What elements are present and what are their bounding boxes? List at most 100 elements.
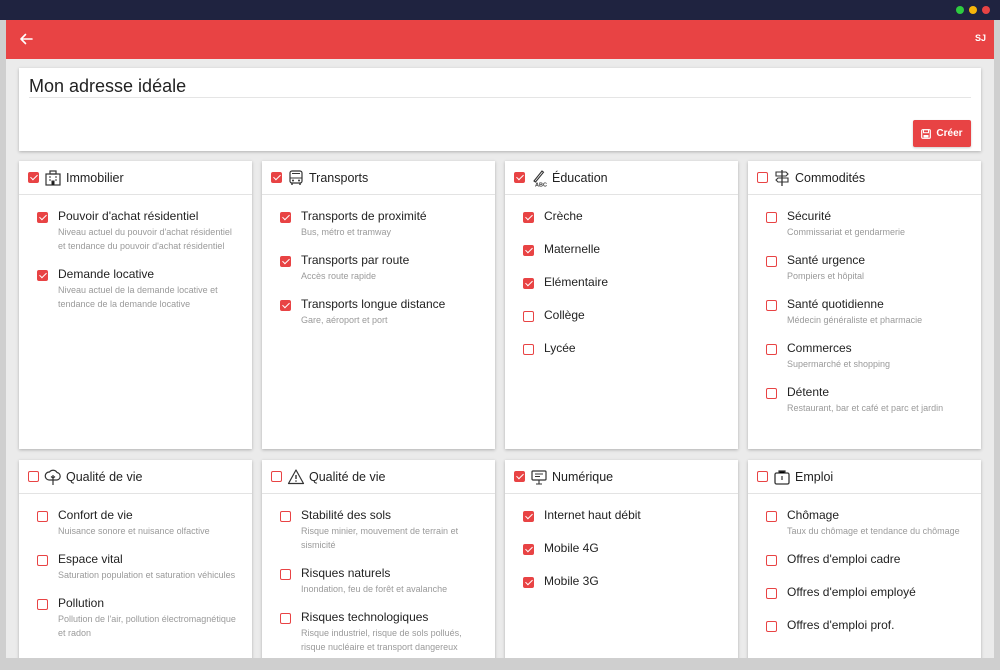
monitor-icon — [531, 469, 547, 485]
category-checkbox[interactable] — [28, 471, 39, 482]
category-label: Immobilier — [66, 170, 124, 185]
criterion-checkbox[interactable] — [766, 344, 777, 355]
criterion-checkbox[interactable] — [523, 245, 534, 256]
criterion-label: Transports longue distance — [301, 297, 446, 311]
criterion-item[interactable]: Mobile 4G — [505, 541, 738, 556]
criterion-item[interactable]: Collège — [505, 308, 738, 323]
criterion-item[interactable]: Lycée — [505, 341, 738, 356]
criterion-item[interactable]: Crèche — [505, 209, 738, 224]
criterion-item[interactable]: Elémentaire — [505, 275, 738, 290]
criterion-item[interactable]: Transports longue distance Gare, aéroport… — [262, 297, 495, 327]
criterion-item[interactable]: Transports de proximité Bus, métro et tra… — [262, 209, 495, 239]
minimize-dot[interactable] — [969, 6, 977, 14]
criterion-checkbox[interactable] — [280, 569, 291, 580]
category-checkbox[interactable] — [514, 172, 525, 183]
criteria-list: Sécurité Commissariat et gendarmerie Santé… — [748, 195, 981, 415]
criterion-checkbox[interactable] — [280, 511, 291, 522]
category-header[interactable]: Commodités — [748, 161, 981, 195]
criterion-item[interactable]: Risques naturels Inondation, feu de forêt… — [262, 566, 495, 596]
criterion-label: Espace vital — [58, 552, 123, 566]
criterion-checkbox[interactable] — [37, 555, 48, 566]
criterion-checkbox[interactable] — [766, 621, 777, 632]
category-checkbox[interactable] — [271, 471, 282, 482]
criterion-description: Risque minier, mouvement de terrain et s… — [301, 526, 459, 550]
category-header[interactable]: Emploi — [748, 460, 981, 494]
criterion-checkbox[interactable] — [523, 511, 534, 522]
arrow-left-icon[interactable] — [18, 31, 34, 47]
category-header[interactable]: Qualité de vie — [19, 460, 252, 494]
create-button[interactable]: Créer — [913, 120, 971, 147]
criterion-item[interactable]: Risques technologiques Risque industriel,… — [262, 610, 495, 654]
criterion-checkbox[interactable] — [523, 544, 534, 555]
criteria-list: Transports de proximité Bus, métro et tra… — [262, 195, 495, 327]
criterion-checkbox[interactable] — [37, 599, 48, 610]
close-dot[interactable] — [982, 6, 990, 14]
criterion-checkbox[interactable] — [280, 256, 291, 267]
criterion-checkbox[interactable] — [280, 300, 291, 311]
category-checkbox[interactable] — [271, 172, 282, 183]
criterion-checkbox[interactable] — [280, 212, 291, 223]
criterion-item[interactable]: Maternelle — [505, 242, 738, 257]
criterion-item[interactable]: Offres d'emploi employé — [748, 585, 981, 600]
criterion-item[interactable]: Offres d'emploi prof. — [748, 618, 981, 633]
criterion-checkbox[interactable] — [523, 212, 534, 223]
category-header[interactable]: Numérique — [505, 460, 738, 494]
criterion-item[interactable]: Stabilité des sols Risque minier, mouveme… — [262, 508, 495, 552]
category-checkbox[interactable] — [757, 471, 768, 482]
criterion-item[interactable]: Internet haut débit — [505, 508, 738, 523]
criterion-checkbox[interactable] — [766, 511, 777, 522]
criterion-checkbox[interactable] — [766, 555, 777, 566]
criterion-checkbox[interactable] — [37, 270, 48, 281]
criterion-text: Sécurité Commissariat et gendarmerie — [787, 209, 905, 239]
criterion-item[interactable]: Mobile 3G — [505, 574, 738, 589]
criterion-item[interactable]: Confort de vie Nuisance sonore et nuisanc… — [19, 508, 252, 538]
criterion-checkbox[interactable] — [766, 588, 777, 599]
category-checkbox[interactable] — [514, 471, 525, 482]
category-header[interactable]: Transports — [262, 161, 495, 195]
criterion-label: Pouvoir d'achat résidentiel — [58, 209, 199, 223]
criterion-checkbox[interactable] — [37, 511, 48, 522]
criterion-item[interactable]: Sécurité Commissariat et gendarmerie — [748, 209, 981, 239]
criterion-checkbox[interactable] — [37, 212, 48, 223]
criterion-checkbox[interactable] — [523, 311, 534, 322]
criterion-checkbox[interactable] — [766, 300, 777, 311]
criterion-item[interactable]: Santé urgence Pompiers et hôpital — [748, 253, 981, 283]
criterion-checkbox[interactable] — [523, 577, 534, 588]
criterion-item[interactable]: Pouvoir d'achat résidentiel Niveau actuel… — [19, 209, 252, 253]
title-underline — [29, 97, 971, 98]
criterion-item[interactable]: Transports par route Accès route rapide — [262, 253, 495, 283]
window-controls — [956, 6, 990, 14]
category-header[interactable]: Qualité de vie — [262, 460, 495, 494]
criterion-item[interactable]: Offres d'emploi cadre — [748, 552, 981, 567]
criterion-item[interactable]: Détente Restaurant, bar et café et parc e… — [748, 385, 981, 415]
category-header[interactable]: ABC Éducation — [505, 161, 738, 195]
category-header[interactable]: Immobilier — [19, 161, 252, 195]
criterion-item[interactable]: Santé quotidienne Médecin généraliste et … — [748, 297, 981, 327]
page-title[interactable]: Mon adresse idéale — [29, 76, 186, 97]
criterion-checkbox[interactable] — [523, 344, 534, 355]
category-checkbox[interactable] — [28, 172, 39, 183]
criterion-label: Mobile 3G — [544, 574, 599, 588]
criterion-checkbox[interactable] — [280, 613, 291, 624]
criterion-item[interactable]: Pollution Pollution de l'air, pollution é… — [19, 596, 252, 640]
app-bar: SJ — [6, 20, 994, 59]
user-avatar[interactable]: SJ — [975, 33, 986, 43]
category-checkbox[interactable] — [757, 172, 768, 183]
criterion-item[interactable]: Espace vital Saturation population et sat… — [19, 552, 252, 582]
maximize-dot[interactable] — [956, 6, 964, 14]
criterion-text: Espace vital Saturation population et sat… — [58, 552, 235, 582]
criterion-description: Saturation population et saturation véhi… — [58, 570, 236, 580]
criterion-item[interactable]: Commerces Supermarché et shopping — [748, 341, 981, 371]
criterion-checkbox[interactable] — [766, 256, 777, 267]
criterion-text: Offres d'emploi employé — [787, 585, 916, 600]
criterion-item[interactable]: Demande locative Niveau actuel de la dema… — [19, 267, 252, 311]
criterion-checkbox[interactable] — [766, 388, 777, 399]
app-window: SJ Mon adresse idéale Créer Immobilier Po… — [6, 20, 994, 658]
criteria-list: Confort de vie Nuisance sonore et nuisanc… — [19, 494, 252, 640]
criterion-label: Lycée — [544, 341, 576, 355]
criterion-label: Confort de vie — [58, 508, 133, 522]
criterion-checkbox[interactable] — [766, 212, 777, 223]
warning-icon — [287, 468, 305, 484]
criterion-item[interactable]: Chômage Taux du chômage et tendance du ch… — [748, 508, 981, 538]
criterion-checkbox[interactable] — [523, 278, 534, 289]
